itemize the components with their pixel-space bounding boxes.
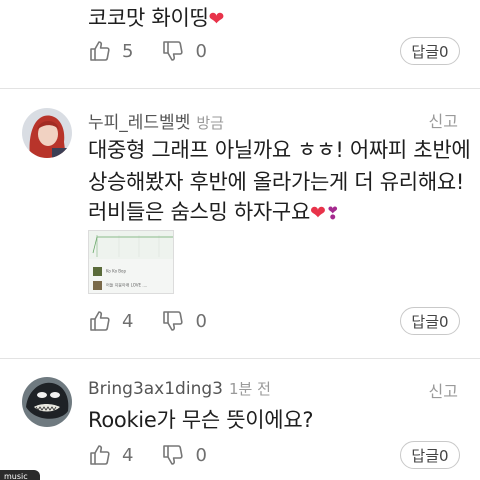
dislike-button[interactable]: 0 — [161, 309, 207, 333]
thumbs-up-icon — [90, 41, 110, 61]
reply-button[interactable]: 답글0 — [400, 307, 460, 335]
reply-button[interactable]: 답글0 — [400, 441, 460, 469]
heart-icon: ❤ — [208, 8, 225, 30]
comment-author[interactable]: Bring3ax1ding3 1분 전 — [88, 378, 271, 399]
dislike-button[interactable]: 0 — [161, 443, 207, 467]
thumbs-down-icon — [163, 445, 184, 465]
like-count: 5 — [122, 40, 134, 62]
dislike-count: 0 — [195, 310, 207, 332]
thumbs-down-icon — [163, 41, 184, 61]
music-tag: music — [0, 470, 40, 480]
comment-text: 코코맛 화이띵❤ — [88, 2, 224, 32]
report-button[interactable]: 신고 — [429, 378, 458, 402]
like-count: 4 — [122, 444, 134, 466]
thumbs-up-icon — [90, 311, 110, 331]
comment-time: 방금 — [196, 114, 224, 132]
report-button[interactable]: 신고 — [429, 108, 458, 132]
chart-thumbnail — [89, 231, 173, 259]
divider — [0, 88, 480, 89]
comment-text-line: 대중형 그래프 아닐까요 ㅎㅎ! 어짜피 초반에 — [88, 138, 471, 162]
attachment-row-label: 어둘 지붕아래 LOVE .... — [106, 282, 148, 288]
reply-button[interactable]: 답글0 — [400, 37, 460, 65]
avatar[interactable] — [22, 377, 72, 427]
thumbs-up-icon — [90, 445, 110, 465]
attachment-row-label: Ko Ko Bop — [106, 268, 127, 274]
comment-time: 1분 전 — [228, 380, 271, 398]
comment-text-line: 러비들은 숨스밍 하자구요 — [88, 200, 310, 224]
attachment-row: Ko Ko Bop — [93, 267, 171, 277]
comment-actions: 4 0 — [88, 440, 235, 470]
comment-text: 러비들은 숨스밍 하자구요❤❣ — [88, 196, 340, 226]
comment-actions: 5 0 — [88, 36, 235, 66]
like-button[interactable]: 5 — [88, 39, 133, 63]
divider — [0, 358, 480, 359]
heart-icon: ❤ — [309, 202, 326, 224]
thumbs-down-icon — [163, 311, 184, 331]
comment-text-line: 코코맛 화이띵 — [88, 6, 209, 30]
like-count: 4 — [122, 310, 134, 332]
comment-text-line: Rookie가 무슨 뜻이에요? — [88, 408, 314, 432]
comment-text-line: 상승해봤자 후반에 올라가는게 더 유리해요! — [88, 170, 464, 194]
author-name[interactable]: 누피_레드벨벳 — [88, 113, 190, 133]
dislike-button[interactable]: 0 — [161, 39, 207, 63]
dislike-count: 0 — [195, 444, 207, 466]
dislike-count: 0 — [195, 40, 207, 62]
attached-image[interactable]: Ko Ko Bop 어둘 지붕아래 LOVE .... — [88, 230, 174, 294]
author-name[interactable]: Bring3ax1ding3 — [88, 379, 223, 399]
like-button[interactable]: 4 — [88, 443, 133, 467]
attachment-row: 어둘 지붕아래 LOVE .... — [93, 281, 171, 291]
sparkle-heart-icon: ❣ — [325, 204, 340, 224]
comment-author[interactable]: 누피_레드벨벳 방금 — [88, 108, 224, 133]
like-button[interactable]: 4 — [88, 309, 133, 333]
comment-actions: 4 0 — [88, 306, 235, 336]
avatar[interactable] — [22, 108, 72, 158]
